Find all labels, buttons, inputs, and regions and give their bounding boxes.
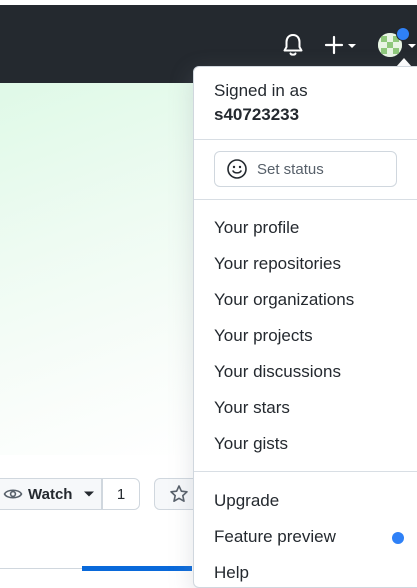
caret-down-icon xyxy=(84,491,95,497)
menu-item-your-projects[interactable]: Your projects xyxy=(214,324,313,348)
menu-item-your-profile[interactable]: Your profile xyxy=(214,216,299,240)
eye-icon xyxy=(3,489,23,499)
menu-item-your-gists[interactable]: Your gists xyxy=(214,432,288,456)
plus-icon[interactable] xyxy=(322,33,346,57)
notification-dot xyxy=(396,27,410,41)
hero-background xyxy=(0,83,200,455)
divider xyxy=(0,568,82,569)
divider xyxy=(194,471,417,472)
set-status-label: Set status xyxy=(257,160,324,178)
watch-button[interactable]: Watch xyxy=(0,478,102,510)
menu-item-your-stars[interactable]: Your stars xyxy=(214,396,290,420)
signed-in-header: Signed in as s40723233 xyxy=(214,79,308,127)
menu-item-your-discussions[interactable]: Your discussions xyxy=(214,360,341,384)
menu-item-feature-preview[interactable]: Feature preview xyxy=(214,525,336,549)
username: s40723233 xyxy=(214,105,300,124)
caret-down-icon[interactable] xyxy=(347,42,357,50)
caret-down-icon[interactable] xyxy=(407,42,417,50)
menu-item-your-repositories[interactable]: Your repositories xyxy=(214,252,341,276)
progress-bar xyxy=(82,566,192,571)
set-status-button[interactable]: Set status xyxy=(214,151,397,187)
divider xyxy=(194,139,417,140)
watch-label: Watch xyxy=(28,485,73,503)
divider xyxy=(194,199,417,200)
bell-icon[interactable] xyxy=(281,32,305,58)
new-feature-dot xyxy=(392,532,404,544)
menu-item-upgrade[interactable]: Upgrade xyxy=(214,489,279,513)
signed-in-label: Signed in as xyxy=(214,81,308,100)
watch-count[interactable]: 1 xyxy=(102,478,140,510)
user-menu: Signed in as s40723233 Set status Your p… xyxy=(193,66,417,588)
smiley-icon xyxy=(227,159,247,179)
star-icon xyxy=(170,485,188,502)
menu-item-your-organizations[interactable]: Your organizations xyxy=(214,288,354,312)
menu-item-help[interactable]: Help xyxy=(214,561,249,585)
